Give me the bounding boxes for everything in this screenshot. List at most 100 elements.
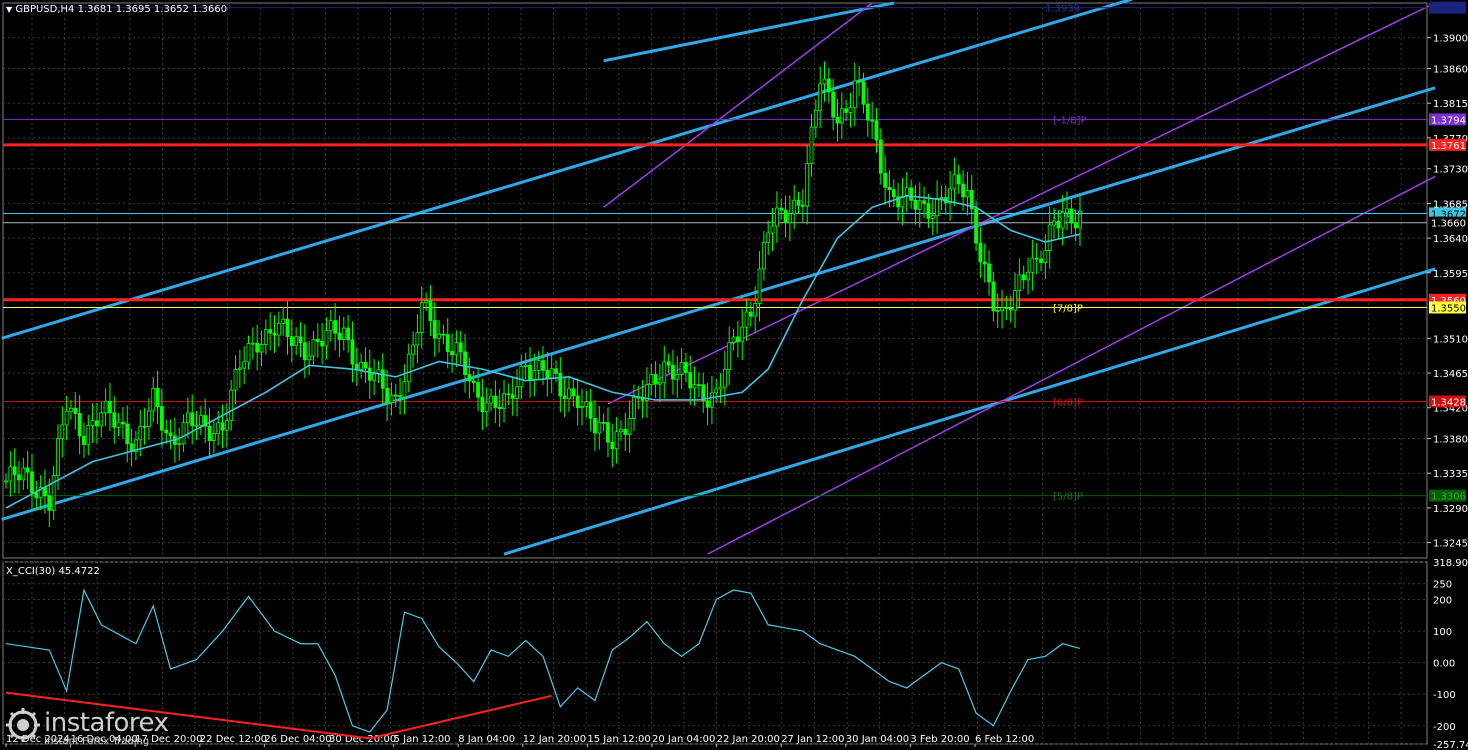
price-tag-label: 1.3794 [1431, 115, 1466, 126]
candle-body [484, 402, 489, 413]
candle-body [870, 119, 875, 122]
price-tag-label: 1.3306 [1431, 492, 1466, 503]
candle-body [406, 353, 411, 383]
candle-body [705, 400, 710, 408]
candle-body [727, 341, 732, 370]
time-tick-label: 30 Dec 20:00 [329, 734, 396, 745]
candle-body [168, 432, 173, 437]
candle-body [792, 199, 797, 215]
candle-body [294, 336, 299, 346]
candle-body [125, 423, 130, 445]
candle-body [783, 209, 788, 224]
cci-header: X_CCI(30) 45.4722 [6, 566, 100, 577]
level-label: [-1/8]P [1053, 115, 1087, 126]
price-tag-label: 1.3939 [1431, 4, 1466, 15]
candle-body [138, 425, 143, 441]
price-tag-label: 1.3761 [1431, 141, 1466, 152]
candle-body [662, 361, 667, 383]
candle-body [575, 395, 580, 409]
candle-body [181, 422, 186, 445]
candle-body [722, 368, 727, 388]
candle-body [852, 80, 857, 109]
candle-body [419, 302, 424, 334]
candle-body [1056, 220, 1061, 229]
candle-body [43, 487, 47, 497]
candle-body [458, 342, 463, 353]
candle-body [679, 362, 684, 375]
cci-tick-label: 318.904 [1433, 558, 1468, 569]
candle-body [844, 108, 849, 113]
candle-body [493, 395, 498, 408]
candle-body [519, 366, 524, 388]
candle-body [90, 420, 95, 426]
candle-body [333, 320, 338, 334]
candle-body [363, 361, 368, 369]
candle-body [237, 367, 242, 370]
candle-body [69, 407, 73, 412]
price-tick-label: 1.3595 [1433, 269, 1468, 280]
candle-body [311, 339, 316, 357]
cci-tick-label: 100 [1433, 627, 1452, 638]
candle-body [826, 78, 831, 93]
candle-body [865, 103, 870, 121]
candle-body [545, 369, 550, 379]
candle-body [1021, 274, 1026, 281]
candle-body [761, 242, 766, 270]
candle-body [289, 336, 294, 346]
candle-body [73, 407, 78, 414]
candle-body [735, 336, 740, 343]
price-tick-label: 1.3380 [1433, 435, 1468, 446]
candle-body [926, 203, 931, 219]
candle-body [489, 395, 493, 404]
candle-body [476, 382, 480, 398]
price-chart[interactable]: 1.3939[-1/8]P[8/8]P[7/8]P[6/8]P[5/8]P 1.… [0, 0, 1468, 750]
candle-body [17, 474, 21, 481]
candle-body [532, 370, 537, 380]
candle-body [177, 443, 182, 446]
candle-body [86, 425, 91, 445]
price-tick-label: 1.3245 [1433, 539, 1468, 550]
candle-body [207, 425, 212, 442]
candle-body [315, 339, 320, 342]
candle-body [112, 412, 117, 428]
candle-body [671, 364, 675, 380]
time-tick-label: 26 Dec 04:00 [264, 734, 331, 745]
candle-body [211, 433, 216, 442]
candle-body [242, 361, 247, 369]
candle-body [471, 380, 476, 383]
candle-body [809, 126, 814, 164]
candle-body [441, 333, 446, 336]
price-tick-label: 1.3510 [1433, 334, 1468, 345]
time-tick-label: 20 Jan 04:00 [652, 734, 715, 745]
candle-body [930, 215, 935, 219]
candle-body [571, 388, 576, 397]
candle-body [164, 429, 169, 434]
candle-body [497, 406, 502, 410]
cci-tick-label: 250 [1433, 580, 1452, 591]
cci-tick-label: -100 [1433, 690, 1456, 701]
candle-body [818, 83, 823, 111]
price-tick-label: 1.3860 [1433, 65, 1468, 76]
symbol-line: GBPUSD,H4 1.3681 1.3695 1.3652 1.3660 [15, 4, 228, 15]
candle-body [12, 466, 17, 476]
candle-body [666, 361, 671, 366]
candle-body [939, 197, 944, 199]
time-tick-label: 22 Jan 20:00 [717, 734, 780, 745]
time-tick-label: 22 Dec 12:00 [200, 734, 267, 745]
level-label: [5/8]P [1053, 492, 1083, 503]
candle-body [709, 392, 714, 408]
candle-body [385, 387, 389, 404]
candle-body [108, 400, 112, 414]
candle-body [25, 467, 30, 473]
candle-body [714, 388, 719, 394]
candle-body [160, 406, 164, 431]
collapse-triangle-icon[interactable]: ▼ [6, 5, 12, 14]
watermark: instaforex Instant Forex Trading [4, 706, 180, 748]
time-tick-label: 8 Jan 04:00 [458, 734, 515, 745]
candle-body [813, 109, 818, 128]
candle-body [684, 362, 688, 373]
candle-body [506, 393, 511, 396]
candle-body [346, 327, 351, 341]
candle-body [800, 204, 805, 207]
candle-body [822, 78, 827, 85]
